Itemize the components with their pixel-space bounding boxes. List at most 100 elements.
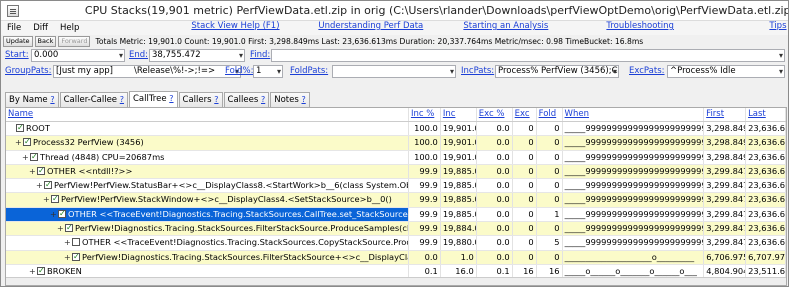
cell-fold: 1 bbox=[537, 207, 563, 222]
menu-file[interactable]: File bbox=[1, 23, 27, 33]
checkbox[interactable] bbox=[16, 122, 24, 135]
start-label[interactable]: Start: bbox=[5, 50, 29, 60]
column-header-inc-pct[interactable]: Inc % bbox=[409, 108, 441, 121]
cell-name[interactable]: + PerfView!Diagnostics.Tracing.StackSourc… bbox=[6, 222, 409, 236]
foldpats-input[interactable] bbox=[332, 65, 456, 78]
checkbox[interactable] bbox=[44, 179, 52, 192]
column-header-last[interactable]: Last bbox=[746, 108, 786, 121]
help-link[interactable]: ? bbox=[169, 94, 173, 103]
table-row[interactable]: +Thread (4848) CPU=20687ms100.019,901.00… bbox=[6, 150, 786, 165]
column-header-exc-pct[interactable]: Exc % bbox=[477, 108, 513, 121]
table-row[interactable]: + PerfView!Diagnostics.Tracing.StackSourc… bbox=[6, 250, 786, 265]
troubleshooting-link[interactable]: Troubleshooting bbox=[606, 21, 674, 31]
tab-calltree[interactable]: CallTree ? bbox=[129, 91, 178, 107]
cell-name[interactable]: + OTHER <<TraceEvent!Diagnostics.Tracing.… bbox=[6, 236, 409, 250]
cell-first: 3,298.849 bbox=[704, 150, 747, 164]
help-link[interactable]: ? bbox=[302, 95, 306, 104]
expander-icon[interactable]: + bbox=[64, 236, 72, 249]
tab-callees[interactable]: Callees ? bbox=[223, 92, 270, 107]
column-header-inc[interactable]: Inc bbox=[441, 108, 477, 121]
expander-icon[interactable]: + bbox=[15, 136, 23, 149]
fold-input[interactable]: 1 bbox=[253, 65, 283, 78]
help-link[interactable]: ? bbox=[214, 95, 218, 104]
checkbox[interactable] bbox=[30, 151, 38, 163]
understanding-perf-data-link[interactable]: Understanding Perf Data bbox=[318, 21, 423, 31]
foldpats-label[interactable]: FoldPats: bbox=[290, 66, 328, 76]
cell-inc-pct: 0.0 bbox=[408, 250, 441, 264]
menu-help[interactable]: Help bbox=[54, 23, 85, 33]
tab-callers[interactable]: Callers ? bbox=[178, 92, 223, 107]
incpats-label[interactable]: IncPats: bbox=[461, 66, 494, 76]
checkbox[interactable] bbox=[72, 251, 80, 263]
incpats-input[interactable]: Process% PerfView (3456);C bbox=[495, 65, 619, 78]
expander-icon[interactable]: + bbox=[36, 179, 44, 192]
table-row[interactable]: + PerfView!Diagnostics.Tracing.StackSourc… bbox=[6, 222, 786, 237]
start-input[interactable]: 0.000 bbox=[31, 49, 125, 62]
expander-icon[interactable]: + bbox=[29, 165, 37, 178]
help-link[interactable]: ? bbox=[261, 95, 265, 104]
table-row[interactable]: +Process32 PerfView (3456)100.019,901.00… bbox=[6, 136, 786, 151]
cell-exc: 0 bbox=[512, 222, 537, 236]
totals-metrics: Totals Metric: 19,901.0 Count: 19,901.0 … bbox=[95, 37, 644, 46]
table-row[interactable]: ROOT100.019,901.00.000_____9999999999999… bbox=[6, 122, 786, 137]
column-header-when[interactable]: When bbox=[563, 108, 705, 121]
tab-notes[interactable]: Notes ? bbox=[270, 92, 310, 107]
cell-name[interactable]: ROOT bbox=[6, 122, 409, 136]
grouppats-label[interactable]: GroupPats: bbox=[5, 66, 51, 76]
table-row[interactable]: + PerfView!PerfView.StatusBar+<>c__Displa… bbox=[6, 179, 786, 194]
update-button[interactable]: Update bbox=[3, 36, 33, 47]
checkbox[interactable] bbox=[23, 136, 31, 149]
cell-when: _____9999999999999999999999999 bbox=[562, 222, 705, 236]
expander-icon[interactable]: + bbox=[43, 193, 51, 206]
cell-name[interactable]: + PerfView!Diagnostics.Tracing.StackSourc… bbox=[6, 250, 409, 264]
cell-name[interactable]: + OTHER <<TraceEvent!Diagnostics.Tracing.… bbox=[6, 207, 409, 222]
cell-fold: 0 bbox=[537, 150, 563, 164]
cell-name[interactable]: + OTHER <<ntdll!?>> bbox=[6, 164, 409, 179]
grouppats-value: [Just my app] bbox=[56, 66, 114, 76]
checkbox[interactable] bbox=[58, 208, 66, 220]
cell-name[interactable]: + Process32 PerfView (3456) bbox=[6, 136, 409, 150]
tips-link[interactable]: Tips bbox=[769, 21, 786, 31]
forward-button[interactable]: Forward bbox=[58, 36, 91, 47]
column-header-exc[interactable]: Exc bbox=[513, 108, 537, 121]
horizontal-scrollbar[interactable] bbox=[6, 277, 786, 285]
checkbox[interactable] bbox=[65, 222, 73, 235]
menu-diff[interactable]: Diff bbox=[27, 23, 54, 33]
cell-name[interactable]: + PerfView!PerfView.StackWindow+<>c__Disp… bbox=[6, 193, 409, 207]
table-row[interactable]: + PerfView!PerfView.StackWindow+<>c__Disp… bbox=[6, 193, 786, 208]
stack-view-help-link[interactable]: Stack View Help (F1) bbox=[191, 21, 279, 31]
end-label[interactable]: End: bbox=[129, 50, 148, 60]
find-label[interactable]: Find: bbox=[250, 50, 270, 60]
tab-caller-callee[interactable]: Caller-Callee ? bbox=[59, 92, 128, 107]
help-link[interactable]: ? bbox=[120, 95, 124, 104]
help-link[interactable]: ? bbox=[50, 95, 54, 104]
table-row[interactable]: +OTHER <<ntdll!?>>99.919,885.00.000_____… bbox=[6, 164, 786, 180]
checkbox[interactable] bbox=[51, 193, 59, 206]
excpats-label[interactable]: ExcPats: bbox=[629, 66, 665, 76]
expander-icon[interactable]: + bbox=[50, 208, 58, 221]
excpats-input[interactable]: ^Process% Idle bbox=[667, 65, 785, 78]
table-row[interactable]: + OTHER <<TraceEvent!Diagnostics.Tracing.… bbox=[6, 236, 786, 251]
expander-icon[interactable]: + bbox=[22, 151, 30, 164]
cell-name[interactable]: + PerfView!PerfView.StatusBar+<>c__Displa… bbox=[6, 179, 409, 193]
starting-analysis-link[interactable]: Starting an Analysis bbox=[463, 21, 548, 31]
cell-inc: 19,885.0 bbox=[440, 193, 477, 207]
cell-exc: 0 bbox=[513, 122, 537, 136]
end-input[interactable]: 38,755.472 bbox=[149, 49, 245, 62]
expander-icon[interactable]: + bbox=[64, 251, 72, 264]
cell-name[interactable]: + Thread (4848) CPU=20687ms bbox=[6, 150, 409, 164]
find-input[interactable] bbox=[271, 49, 785, 62]
cell-when: _____9999999999999999999999999 bbox=[562, 193, 705, 207]
checkbox[interactable] bbox=[72, 238, 80, 247]
column-header-fold[interactable]: Fold bbox=[537, 108, 563, 121]
checkbox[interactable] bbox=[37, 165, 45, 177]
checkbox[interactable] bbox=[37, 265, 45, 277]
tab-by-name[interactable]: By Name ? bbox=[5, 92, 59, 107]
back-button[interactable]: Back bbox=[34, 36, 57, 47]
table-row[interactable]: + OTHER <<TraceEvent!Diagnostics.Tracing.… bbox=[6, 207, 786, 223]
expander-icon[interactable]: + bbox=[57, 222, 65, 235]
grouppats-input[interactable]: [Just my app] \Release\%!->;!=> bbox=[53, 65, 241, 78]
column-header-name[interactable]: Name bbox=[6, 108, 409, 121]
fold-label[interactable]: Fold%: bbox=[225, 66, 253, 76]
column-header-first[interactable]: First bbox=[704, 108, 747, 121]
